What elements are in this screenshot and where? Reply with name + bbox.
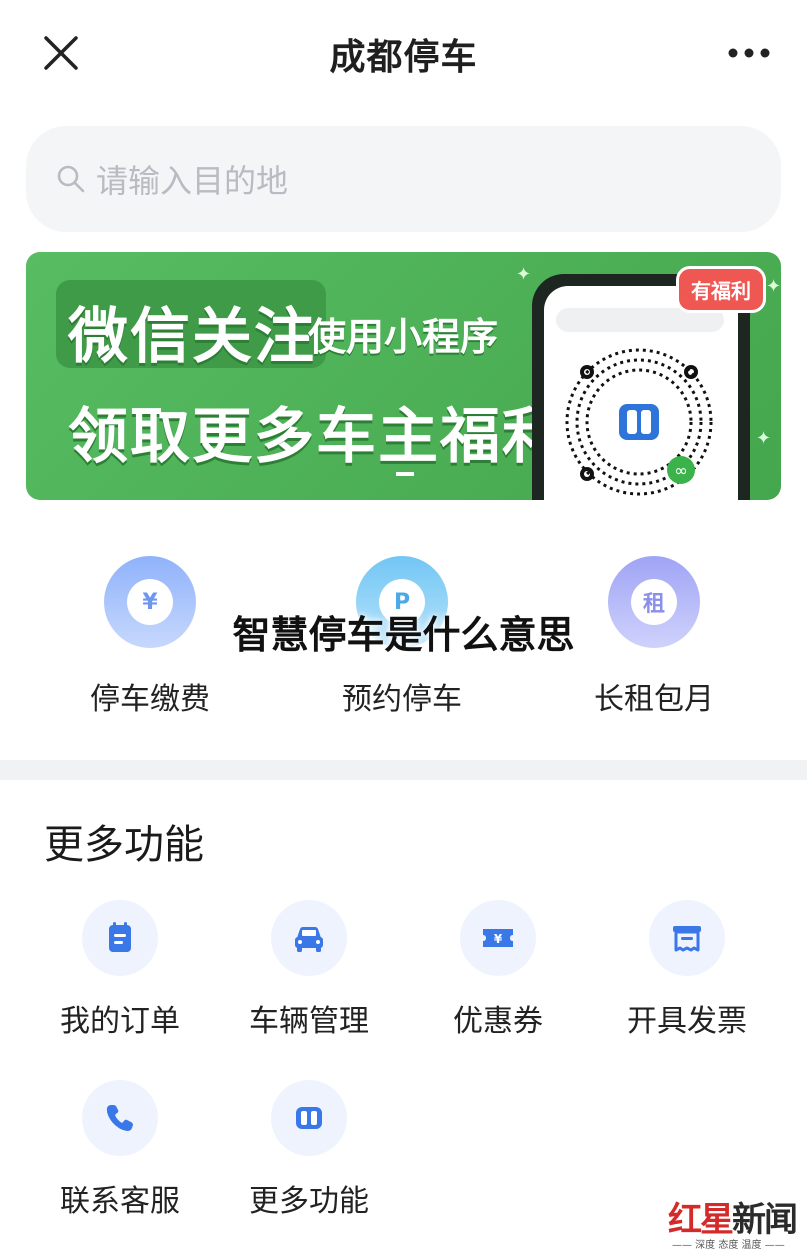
banner-indicator bbox=[396, 472, 414, 476]
promo-banner[interactable]: 微信关注 使用小程序 领取更多车主福利 ✦ ✦ ✦ ∞ 有福利 bbox=[26, 252, 781, 500]
news-watermark-logo: 红星新闻 —— 深度 态度 温度 —— bbox=[668, 1192, 800, 1254]
feature-contact-support[interactable]: 联系客服 bbox=[30, 1080, 210, 1220]
section-divider bbox=[0, 760, 807, 780]
sparkle-icon: ✦ bbox=[756, 428, 772, 449]
feature-more-functions[interactable]: 更多功能 bbox=[219, 1080, 399, 1220]
feature-vehicle-management[interactable]: 车辆管理 bbox=[219, 900, 399, 1040]
feature-label: 车辆管理 bbox=[249, 1004, 369, 1039]
logo-dark-text: 新闻 bbox=[732, 1200, 798, 1240]
sparkle-icon: ✦ bbox=[766, 276, 781, 297]
search-icon bbox=[57, 165, 85, 193]
logo-subtitle: —— 深度 态度 温度 —— bbox=[672, 1240, 785, 1251]
service-label: 长租包月 bbox=[594, 682, 714, 717]
feature-my-orders[interactable]: 我的订单 bbox=[30, 900, 210, 1040]
banner-headline-1: 微信关注 bbox=[68, 302, 316, 372]
more-features-title: 更多功能 bbox=[44, 822, 204, 868]
feature-label: 更多功能 bbox=[249, 1184, 369, 1219]
mini-program-qr-icon: ∞ bbox=[565, 348, 713, 496]
logo-red-text: 红星 bbox=[668, 1200, 734, 1240]
feature-label: 开具发票 bbox=[627, 1004, 747, 1039]
more-menu-button[interactable] bbox=[727, 36, 771, 70]
feature-label: 我的订单 bbox=[60, 1004, 180, 1039]
overlay-caption: 智慧停车是什么意思 bbox=[232, 613, 575, 657]
page-title: 成都停车 bbox=[329, 37, 478, 78]
coupon-icon: ¥ bbox=[483, 929, 513, 947]
welfare-badge: 有福利 bbox=[676, 266, 766, 313]
search-placeholder: 请输入目的地 bbox=[96, 162, 289, 200]
feature-invoice[interactable]: 开具发票 bbox=[597, 900, 777, 1040]
feature-coupons[interactable]: ¥ 优惠券 bbox=[408, 900, 588, 1040]
sparkle-icon: ✦ bbox=[516, 264, 532, 285]
more-app-icon bbox=[296, 1107, 322, 1129]
feature-label: 优惠券 bbox=[453, 1004, 543, 1039]
phone-icon bbox=[106, 1105, 133, 1131]
search-input[interactable]: 请输入目的地 bbox=[26, 126, 781, 232]
order-icon bbox=[109, 922, 131, 952]
more-dots-icon bbox=[728, 48, 770, 58]
banner-headline-2: 领取更多车主福利 bbox=[68, 402, 564, 472]
service-label: 停车缴费 bbox=[90, 682, 210, 717]
svg-text:¥: ¥ bbox=[494, 932, 503, 946]
top-bar: 成都停车 bbox=[0, 0, 807, 110]
car-icon bbox=[295, 927, 323, 952]
feature-label: 联系客服 bbox=[60, 1184, 180, 1219]
service-label: 预约停车 bbox=[342, 682, 462, 717]
invoice-icon bbox=[673, 926, 701, 952]
svg-text:∞: ∞ bbox=[674, 461, 687, 480]
banner-headline-1b: 使用小程序 bbox=[308, 315, 499, 359]
